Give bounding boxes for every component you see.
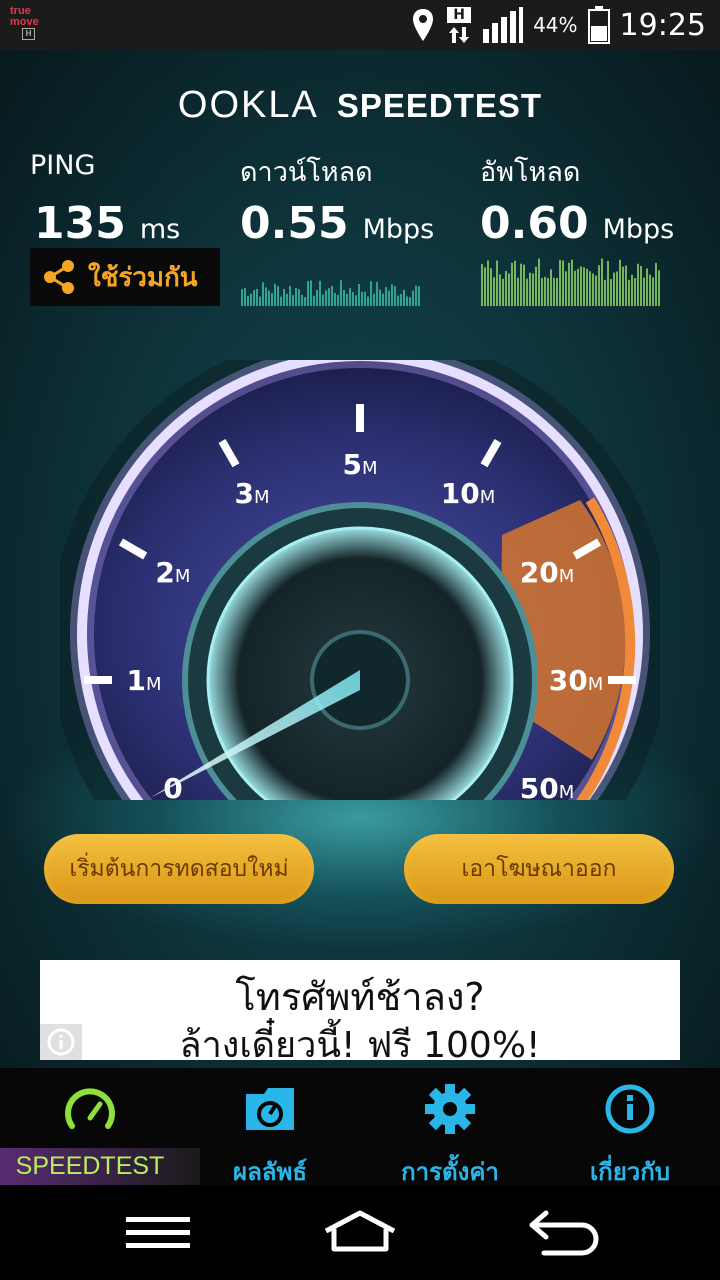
carrier-logo: true move H — [10, 6, 46, 42]
home-icon[interactable] — [320, 1205, 400, 1260]
tab-settings[interactable]: การตั้งค่า — [360, 1068, 540, 1186]
speedtest-screen: OOKLA SPEEDTEST PING 135 ms ดาวน์โหลด 0.55… — [0, 50, 720, 1068]
restart-test-label: เริ่มต้นการทดสอบใหม่ — [69, 856, 289, 882]
download-value: 0.55 — [240, 198, 349, 249]
ad-banner[interactable]: โทรศัพท์ช้าลง? ล้างเดี๋ยวนี้! ฟรี 100%! — [40, 960, 680, 1066]
speed-gauge: 01M2M3M5M10M20M30M50M — [60, 360, 660, 800]
app-logo: OOKLA SPEEDTEST — [0, 84, 720, 127]
ping-label: PING — [30, 150, 96, 181]
tab-about[interactable]: เกี่ยวกับ — [540, 1068, 720, 1186]
share-icon — [44, 260, 74, 294]
carrier-name: true move — [10, 5, 39, 28]
remove-ads-button[interactable]: เอาโฆษณาออก — [404, 834, 674, 904]
tab-results[interactable]: ผลลัพธ์ — [180, 1068, 360, 1186]
signal-icon — [483, 7, 524, 43]
upload-unit: Mbps — [602, 214, 675, 245]
ad-line-2: ล้างเดี๋ยวนี้! ฟรี 100%! — [179, 1025, 541, 1066]
ad-info-button[interactable] — [40, 1024, 82, 1060]
results-folder-icon — [246, 1088, 294, 1130]
back-icon[interactable] — [524, 1205, 604, 1260]
product-name: SPEEDTEST — [336, 87, 543, 124]
bottom-tab-bar: SPEEDTEST ผลลัพธ์ การตั้งค่า เกี่ยวกับ — [0, 1068, 720, 1186]
brand-name: OOKLA — [177, 84, 319, 126]
clock: 19:25 — [619, 7, 706, 43]
remove-ads-label: เอาโฆษณาออก — [461, 856, 617, 882]
ping-result: 135 ms — [34, 198, 180, 249]
menu-icon[interactable] — [118, 1205, 198, 1260]
tab-speedtest[interactable]: SPEEDTEST — [0, 1068, 200, 1186]
network-type: H — [447, 7, 472, 23]
gauge-tick-label: 0 — [163, 772, 182, 800]
battery-icon — [587, 6, 610, 44]
status-bar: true move H H 44% 19:25 — [0, 0, 720, 50]
carrier-badge: H — [22, 28, 35, 40]
gear-icon — [425, 1084, 475, 1134]
download-result: 0.55 Mbps — [240, 198, 434, 249]
download-sparkline — [241, 280, 420, 306]
restart-test-button[interactable]: เริ่มต้นการทดสอบใหม่ — [44, 834, 314, 904]
share-button[interactable]: ใช้ร่วมกัน — [30, 248, 220, 306]
ping-unit: ms — [139, 214, 181, 245]
ping-value: 135 — [34, 198, 126, 249]
network-h-icon: H — [445, 5, 473, 45]
upload-sparkline — [481, 258, 660, 306]
speedometer-icon — [65, 1088, 115, 1129]
download-label: ดาวน์โหลด — [240, 157, 373, 188]
download-unit: Mbps — [362, 214, 435, 245]
tab-speedtest-label: SPEEDTEST — [15, 1152, 165, 1180]
upload-label: อัพโหลด — [480, 157, 581, 188]
system-nav-bar — [0, 1185, 720, 1280]
info-icon — [605, 1084, 655, 1134]
upload-result: 0.60 Mbps — [480, 198, 674, 249]
battery-percent: 44% — [533, 13, 578, 37]
location-icon — [413, 9, 434, 41]
upload-value: 0.60 — [480, 198, 589, 249]
info-icon — [47, 1028, 75, 1056]
share-label: ใช้ร่วมกัน — [88, 262, 198, 293]
